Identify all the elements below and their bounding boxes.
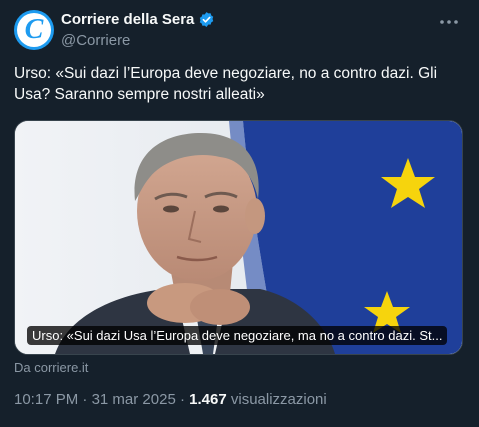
avatar-logo: C: [17, 13, 51, 47]
account-handle[interactable]: @Corriere: [61, 32, 130, 49]
tweet-text: Urso: «Sui dazi l’Europa deve negoziare,…: [14, 65, 438, 103]
avatar[interactable]: C: [14, 10, 54, 50]
meta-separator: ·: [82, 391, 88, 408]
more-options-button[interactable]: [437, 12, 461, 32]
tweet-time[interactable]: 10:17 PM: [14, 391, 78, 408]
tweet-date[interactable]: 31 mar 2025: [92, 391, 176, 408]
card-photo: [15, 121, 462, 354]
views-label: visualizzazioni: [230, 391, 327, 408]
account-name[interactable]: Corriere della Sera: [61, 11, 194, 28]
account-name-row: Corriere della Sera: [61, 11, 215, 28]
tweet-meta: 10:17 PM · 31 mar 2025 · 1.467 visualizz…: [14, 391, 327, 408]
card-source[interactable]: Da corriere.it: [14, 360, 88, 375]
views-count: 1.467: [189, 391, 227, 408]
link-card[interactable]: Urso: «Sui dazi Usa l’Europa deve negozi…: [14, 120, 463, 355]
verified-badge-icon: [200, 12, 214, 27]
more-dots-icon: [440, 20, 458, 24]
avatar-letter: C: [24, 14, 44, 45]
meta-separator: ·: [179, 391, 185, 408]
card-title[interactable]: Urso: «Sui dazi Usa l’Europa deve negozi…: [27, 326, 448, 345]
